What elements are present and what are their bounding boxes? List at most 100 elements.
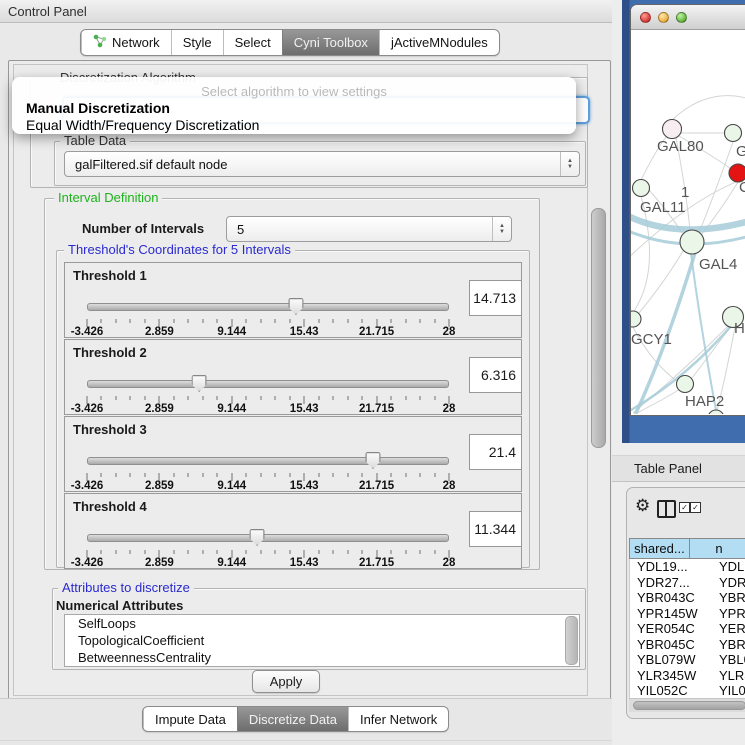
- gear-icon[interactable]: ⚙: [635, 496, 650, 516]
- table-row[interactable]: YDL19... YDL1: [630, 559, 745, 575]
- table-hscrollbar-thumb[interactable]: [633, 701, 745, 710]
- threshold-slider[interactable]: [87, 530, 449, 548]
- table-body: YDL19... YDL1 YDR27... YDR2 YBR043C YBR0: [629, 559, 745, 698]
- apply-button[interactable]: Apply: [252, 670, 320, 693]
- popup-options: Manual Discretization Equal Width/Freque…: [26, 100, 566, 133]
- table-data-combobox[interactable]: galFiltered.sif default node ▲▼: [64, 151, 580, 177]
- slider-scale-label: 15.43: [290, 557, 319, 569]
- slider-scale-label: -3.426: [71, 557, 104, 569]
- tick-mark: [391, 473, 392, 477]
- slider-scale-label: 9.144: [217, 557, 246, 569]
- main-vertical-scrollbar-thumb[interactable]: [591, 208, 606, 448]
- slider-track[interactable]: [87, 380, 449, 388]
- table-cell: YBL079W: [630, 652, 711, 668]
- threshold-value-field[interactable]: 6.316: [469, 357, 522, 393]
- slider-track[interactable]: [87, 534, 449, 542]
- tick-mark: [318, 550, 319, 554]
- tick-mark: [275, 473, 276, 477]
- threshold-value-field[interactable]: 14.713: [469, 280, 522, 316]
- algorithm-option[interactable]: Equal Width/Frequency Discretization: [26, 117, 566, 134]
- threshold-slider[interactable]: [87, 299, 449, 317]
- minimize-traffic-light-icon[interactable]: [658, 12, 669, 23]
- table-horizontal-scrollbar[interactable]: [629, 698, 745, 712]
- tab-item[interactable]: Infer Network: [348, 707, 448, 731]
- table-row[interactable]: YPR145W YPR1: [630, 606, 745, 622]
- tick-mark: [362, 396, 363, 400]
- network-node-gal4[interactable]: [680, 230, 704, 254]
- attribute-list-item[interactable]: SelfLoops: [65, 615, 579, 632]
- tick-mark: [434, 319, 435, 323]
- close-traffic-light-icon[interactable]: [640, 12, 651, 23]
- attributes-list-scrollbar-thumb[interactable]: [565, 616, 578, 665]
- tick-mark: [144, 396, 145, 400]
- panel-title: Control Panel: [0, 4, 87, 19]
- table-header-name[interactable]: n: [689, 538, 745, 559]
- table-row[interactable]: YBR045C YBR0: [630, 637, 745, 653]
- table-row[interactable]: YBL079W YBL0: [630, 652, 745, 668]
- network-window-titlebar[interactable]: [631, 5, 745, 30]
- tab-label: Impute Data: [155, 712, 226, 727]
- zoom-traffic-light-icon[interactable]: [676, 12, 687, 23]
- tab-item[interactable]: Style: [171, 30, 223, 55]
- columns-icon[interactable]: [657, 500, 676, 518]
- network-icon: [93, 34, 107, 51]
- tab-label: Select: [235, 35, 271, 50]
- top-tabs: Network Style Select Cyni Toolbox: [80, 29, 500, 56]
- table-cell: YBR0: [711, 637, 745, 653]
- slider-thumb[interactable]: [250, 529, 265, 546]
- slider-track[interactable]: [87, 457, 449, 465]
- tab-item[interactable]: Discretize Data: [237, 707, 348, 731]
- slider-thumb[interactable]: [288, 298, 303, 315]
- attribute-list-item[interactable]: TopologicalCoefficient: [65, 632, 579, 649]
- tab-item[interactable]: Cyni Toolbox: [282, 30, 379, 55]
- attribute-list-item[interactable]: BetweennessCentrality: [65, 649, 579, 666]
- slider-scale: -3.4262.8599.14415.4321.71528: [87, 403, 449, 415]
- threshold-list: Threshold 1 -3.4262.8599.14415.4321.7152…: [64, 262, 522, 570]
- tick-mark: [260, 319, 261, 323]
- tick-mark: [246, 473, 247, 477]
- tick-mark: [202, 396, 203, 400]
- number-of-intervals-value: 5: [227, 222, 492, 237]
- node-label-fragment: GA: [736, 143, 745, 160]
- network-node[interactable]: [708, 410, 724, 414]
- tick-mark: [202, 550, 203, 554]
- table-row[interactable]: YBR043C YBR0: [630, 590, 745, 606]
- table-row[interactable]: YLR345W YLR3: [630, 668, 745, 684]
- table-header-row: shared... n: [629, 538, 745, 559]
- number-of-intervals-combobox[interactable]: 5 ▲▼: [226, 216, 512, 242]
- tab-item[interactable]: jActiveMNodules: [379, 30, 499, 55]
- tick-mark: [144, 473, 145, 477]
- tick-mark: [318, 473, 319, 477]
- table-header-shared[interactable]: shared...: [629, 538, 689, 559]
- algorithm-dropdown-popup: Select algorithm to view settings Manual…: [12, 77, 576, 134]
- table-panel-title: Table Panel: [612, 461, 702, 476]
- network-node[interactable]: [633, 180, 650, 197]
- network-node[interactable]: [725, 125, 742, 142]
- table-row[interactable]: YIL052C YIL0: [630, 683, 745, 698]
- threshold-value-field[interactable]: 11.344: [469, 511, 522, 547]
- tab-item[interactable]: Network: [81, 30, 171, 55]
- tab-label: Infer Network: [360, 712, 437, 727]
- combo-spinner-icon[interactable]: ▲▼: [560, 152, 579, 176]
- table-row[interactable]: YDR27... YDR2: [630, 575, 745, 591]
- checkbox-icon[interactable]: ✓: [679, 502, 690, 513]
- tick-mark: [173, 550, 174, 554]
- network-node-gcy1[interactable]: [631, 311, 641, 327]
- tab-item[interactable]: Impute Data: [143, 707, 237, 731]
- table-row[interactable]: YER054C YER0: [630, 621, 745, 637]
- network-node-gal80[interactable]: [663, 120, 682, 139]
- threshold-slider[interactable]: [87, 376, 449, 394]
- algorithm-option[interactable]: Manual Discretization: [26, 100, 566, 117]
- combo-spinner-icon[interactable]: ▲▼: [492, 217, 511, 241]
- tick-mark: [391, 550, 392, 554]
- tab-item[interactable]: Select: [223, 30, 282, 55]
- threshold-value-field[interactable]: 21.4: [469, 434, 522, 470]
- network-canvas[interactable]: GAL80 GA C GAL11 1 GAL4 GCY1 H HAP2: [631, 30, 745, 414]
- checkbox-icon[interactable]: ✓: [690, 502, 701, 513]
- tick-mark: [130, 473, 131, 477]
- slider-thumb[interactable]: [192, 375, 207, 392]
- slider-track[interactable]: [87, 303, 449, 311]
- network-node-hap2[interactable]: [677, 376, 694, 393]
- slider-thumb[interactable]: [365, 452, 380, 469]
- threshold-slider[interactable]: [87, 453, 449, 471]
